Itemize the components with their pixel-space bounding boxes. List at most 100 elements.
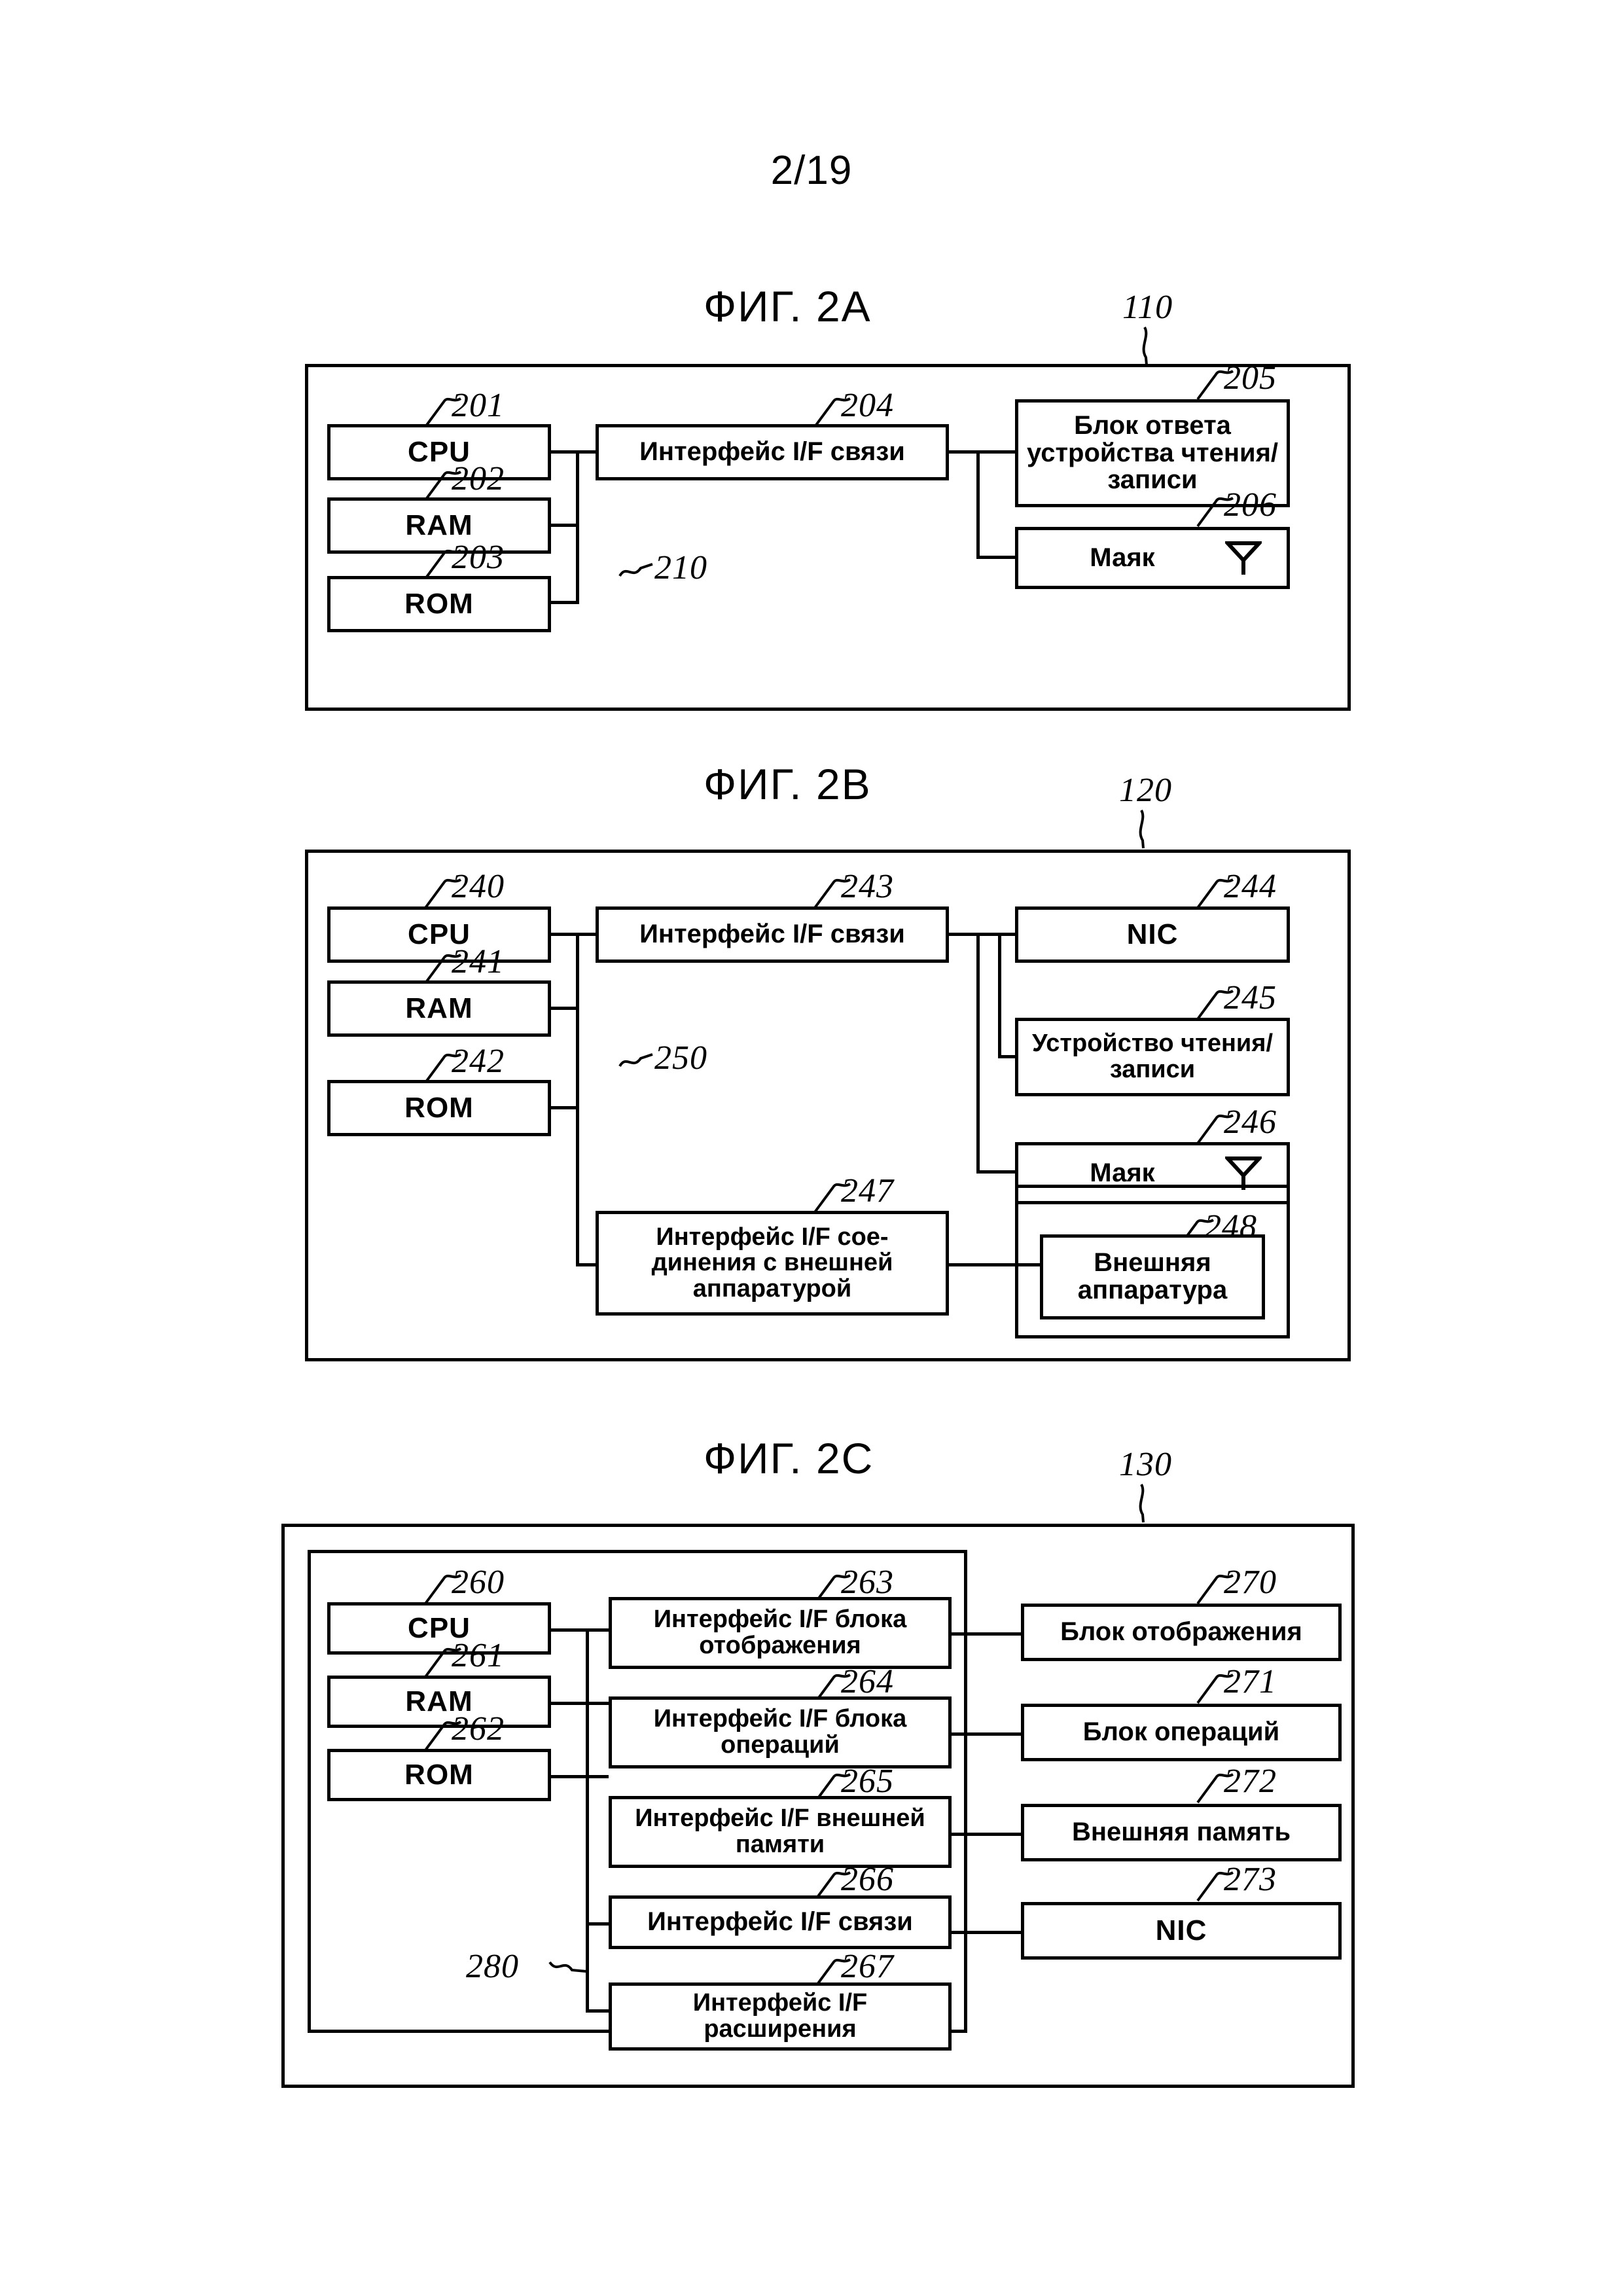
block-label: Блок операций: [1082, 1717, 1280, 1747]
connector-bus-vertical: [576, 933, 579, 1266]
leader-244: [1196, 874, 1236, 909]
block-label: Интерфейс I/F связи: [639, 920, 905, 949]
block-communication-if-204: Интерфейс I/F связи: [596, 424, 949, 480]
ref-210: 210: [654, 549, 707, 586]
leader-242: [424, 1049, 463, 1084]
ref-280: 280: [466, 1948, 519, 1985]
leader-247: [813, 1178, 853, 1213]
connector-bus-comm-if: [586, 1922, 609, 1926]
leader-273: [1196, 1867, 1236, 1902]
block-label: Интерфейс I/F блока операций: [653, 1705, 907, 1759]
leader-206: [1196, 492, 1236, 528]
ref-120: 120: [1119, 772, 1172, 809]
block-label: ROM: [404, 588, 474, 620]
connector-bus-expansion-if: [586, 2009, 609, 2013]
block-reader-writer-245: Устройство чтения/ записи: [1015, 1018, 1290, 1096]
ref-250: 250: [654, 1039, 707, 1077]
block-rom-203: ROM: [327, 576, 551, 632]
block-label: Интерфейс I/F внешней памяти: [635, 1804, 925, 1858]
block-communication-if-266: Интерфейс I/F связи: [609, 1895, 952, 1949]
leader-210: [618, 560, 658, 584]
block-external-apparatus-248: Внешняя аппаратура: [1040, 1234, 1265, 1319]
leader-202: [424, 466, 463, 501]
leader-261: [424, 1643, 463, 1678]
leader-262: [424, 1716, 463, 1751]
leader-260: [424, 1570, 463, 1605]
connector-bus-external-if: [576, 1263, 596, 1266]
leader-241: [424, 949, 463, 984]
connector-display-if-unit: [952, 1632, 1021, 1636]
block-label: Интерфейс I/F расширения: [692, 1989, 868, 2043]
leader-272: [1196, 1768, 1236, 1804]
connector-ram-bus: [551, 1007, 579, 1010]
block-label: Интерфейс I/F связи: [647, 1907, 913, 1937]
connector-bus-vertical: [576, 450, 579, 604]
leader-110: [1135, 327, 1162, 367]
leader-130: [1132, 1484, 1158, 1524]
figure-title-2a: ФИГ. 2A: [704, 282, 872, 331]
leader-203: [424, 545, 463, 580]
leader-240: [424, 874, 463, 909]
block-display-unit-270: Блок отображения: [1021, 1604, 1342, 1661]
block-label: NIC: [1155, 1914, 1207, 1947]
connector-cpu-bus: [551, 450, 596, 454]
block-label: Внешняя память: [1071, 1818, 1291, 1847]
block-label: RAM: [405, 509, 473, 542]
block-label: Блок ответа устройства чтения/ записи: [1026, 411, 1279, 495]
connector-reader: [998, 1055, 1015, 1058]
leader-270: [1196, 1570, 1236, 1605]
antenna-icon: [1225, 538, 1262, 577]
leader-246: [1196, 1109, 1236, 1145]
leader-205: [1196, 365, 1236, 401]
block-label: Внешняя аппаратура: [1077, 1248, 1228, 1304]
connector-operation-if-unit: [952, 1732, 1021, 1736]
block-label: Устройство чтения/ записи: [1032, 1030, 1273, 1083]
block-operation-unit-271: Блок операций: [1021, 1704, 1342, 1761]
block-nic-273: NIC: [1021, 1902, 1342, 1960]
block-label: Интерфейс I/F связи: [639, 437, 905, 467]
connector-ram-bus: [551, 1702, 609, 1705]
figure-title-2b: ФИГ. 2B: [704, 760, 872, 808]
block-label: CPU: [408, 1612, 471, 1645]
connector-bus-vertical: [586, 1628, 589, 2011]
connector-external-if-apparatus: [949, 1263, 1040, 1266]
connector-branch-beacon: [976, 933, 980, 1174]
block-nic-244: NIC: [1015, 906, 1290, 963]
leader-201: [424, 393, 463, 428]
block-label: CPU: [408, 918, 471, 951]
block-label: Интерфейс I/F сое-динения с внешней аппа…: [651, 1223, 893, 1302]
ref-130: 130: [1119, 1446, 1172, 1483]
block-external-memory-272: Внешняя память: [1021, 1804, 1342, 1861]
block-label: NIC: [1126, 918, 1179, 951]
page-number: 2/19: [770, 148, 853, 193]
leader-120: [1132, 810, 1158, 850]
leader-280: [548, 1956, 589, 1979]
leader-271: [1196, 1669, 1236, 1704]
connector-cpu-bus: [551, 933, 596, 936]
leader-250: [618, 1050, 658, 1074]
connector-rom-bus: [551, 1775, 609, 1778]
block-communication-if-243: Интерфейс I/F связи: [596, 906, 949, 963]
leader-245: [1196, 985, 1236, 1020]
block-label: RAM: [405, 1685, 473, 1718]
connector-comm-if-nic: [952, 1931, 1021, 1934]
connector-rom-bus: [551, 1106, 579, 1109]
block-expansion-if-267: Интерфейс I/F расширения: [609, 1982, 952, 2051]
ref-110: 110: [1122, 289, 1173, 326]
block-label: Блок отображения: [1060, 1617, 1302, 1647]
connector-beacon: [976, 1170, 1015, 1174]
figure-title-2c: ФИГ. 2C: [704, 1434, 874, 1482]
connector-if-right: [949, 450, 1015, 454]
connector-ram-bus: [551, 524, 579, 527]
block-ram-241: RAM: [327, 980, 551, 1037]
block-label: Интерфейс I/F блока отображения: [653, 1605, 907, 1659]
block-rom-262: ROM: [327, 1749, 551, 1801]
connector-memory-if-unit: [952, 1833, 1021, 1836]
block-label: ROM: [404, 1759, 474, 1791]
connector-if-nic: [949, 933, 1015, 936]
connector-cpu-bus: [551, 1628, 609, 1632]
connector-branch-reader: [998, 933, 1001, 1058]
patent-drawing-page: 2/19 ФИГ. 2A 110 201 CPU 202 RAM 203 ROM…: [0, 0, 1623, 2296]
block-display-if-263: Интерфейс I/F блока отображения: [609, 1597, 952, 1669]
block-external-memory-if-265: Интерфейс I/F внешней памяти: [609, 1796, 952, 1868]
